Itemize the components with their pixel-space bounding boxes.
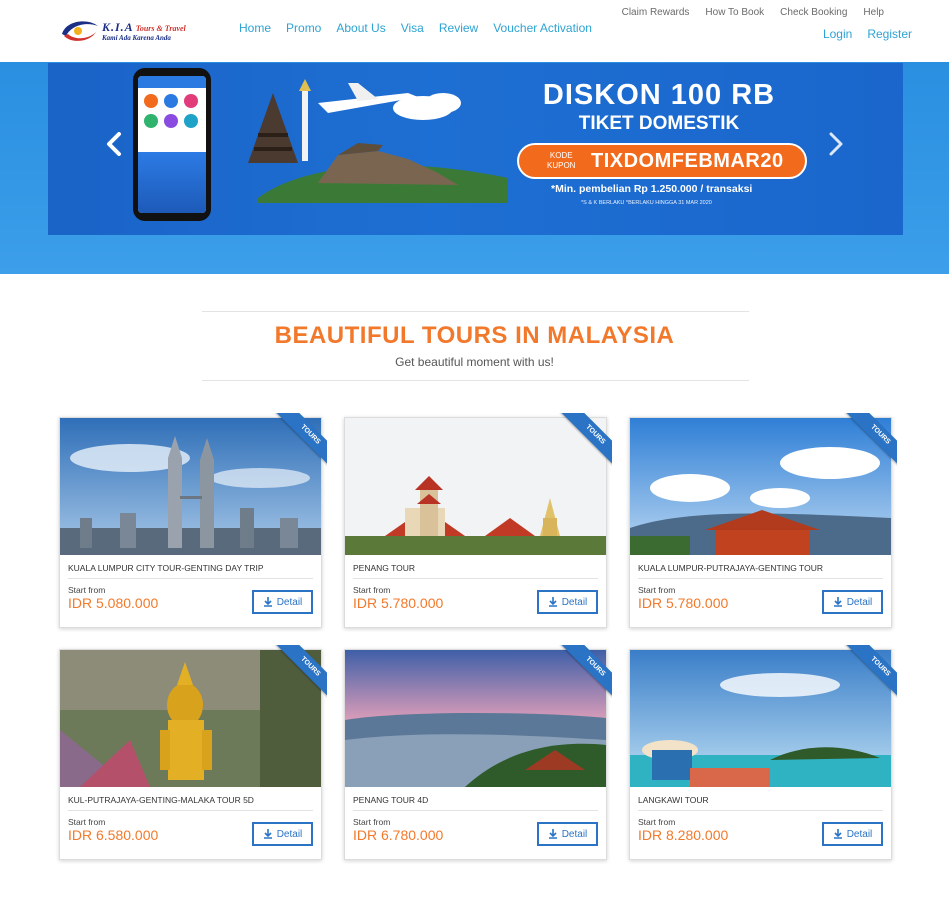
site-header: K.I.A Tours & Travel Kami Ada Karena Anda… (0, 0, 949, 62)
logo-swirl-icon (62, 21, 98, 41)
promo-fine-print: *S & K BERLAKU *BERLAKU HINGGA 31 MAR 20… (581, 200, 712, 206)
nav-voucher-activation[interactable]: Voucher Activation (493, 21, 592, 35)
register-link[interactable]: Register (867, 27, 912, 41)
start-from-label: Start from (638, 585, 676, 595)
tour-name: KUALA LUMPUR CITY TOUR-GENTING DAY TRIP (68, 563, 264, 573)
main-nav: Home Promo About Us Visa Review Voucher … (239, 21, 607, 35)
tours-ribbon-badge: TOURS (550, 413, 612, 475)
tour-name: PENANG TOUR 4D (353, 795, 429, 805)
detail-button[interactable]: Detail (537, 590, 598, 614)
nav-check-booking[interactable]: Check Booking (780, 7, 847, 18)
detail-button[interactable]: Detail (822, 822, 883, 846)
carousel-prev-arrow-icon[interactable] (104, 132, 124, 156)
tour-card-langkawi[interactable]: TOURS LANGKAWI TOUR Start from IDR 8.280… (629, 645, 897, 860)
start-from-label: Start from (353, 817, 391, 827)
tours-ribbon-badge: TOURS (835, 645, 897, 707)
coupon-code: TIXDOMFEBMAR20 (591, 150, 784, 172)
download-icon (833, 829, 842, 839)
tour-name: KUL-PUTRAJAYA-GENTING-MALAKA TOUR 5D (68, 795, 254, 805)
start-from-label: Start from (68, 817, 106, 827)
promo-banner[interactable]: DISKON 100 RB TIKET DOMESTIK KODE KUPON T… (48, 63, 903, 235)
nav-about-us[interactable]: About Us (336, 21, 385, 35)
promo-title: DISKON 100 RB (542, 79, 776, 111)
tours-ribbon-badge: TOURS (550, 645, 612, 707)
tour-card-kul-putrajaya-genting-malaka[interactable]: TOURS KUL-PUTRAJAYA-GENTING-MALAKA TOUR … (59, 645, 327, 860)
download-icon (263, 597, 272, 607)
tour-card-kl-putrajaya-genting[interactable]: TOURS KUALA LUMPUR-PUTRAJAYA-GENTING TOU… (629, 413, 897, 628)
detail-button[interactable]: Detail (252, 822, 313, 846)
card-divider (68, 578, 313, 579)
card-divider (353, 810, 598, 811)
detail-button[interactable]: Detail (537, 822, 598, 846)
carousel-next-arrow-icon[interactable] (826, 132, 846, 156)
tour-price: IDR 6.580.000 (68, 827, 159, 843)
tour-price: IDR 5.780.000 (353, 595, 444, 611)
nav-home[interactable]: Home (239, 21, 271, 35)
nav-help[interactable]: Help (863, 7, 884, 18)
landmarks-illustration (248, 79, 508, 203)
tour-card-penang[interactable]: TOURS PENANG TOUR Start from IDR 5.780.0… (344, 413, 612, 628)
tour-name: KUALA LUMPUR-PUTRAJAYA-GENTING TOUR (638, 563, 823, 573)
download-icon (263, 829, 272, 839)
card-divider (638, 578, 883, 579)
section-title: BEAUTIFUL TOURS IN MALAYSIA (274, 322, 675, 349)
detail-button[interactable]: Detail (252, 590, 313, 614)
auth-nav: Login Register (808, 27, 912, 41)
section-divider-bottom (202, 380, 749, 381)
card-divider (353, 578, 598, 579)
nav-visa[interactable]: Visa (401, 21, 424, 35)
tours-ribbon-badge: TOURS (265, 413, 327, 475)
tour-price: IDR 8.280.000 (638, 827, 729, 843)
nav-claim-rewards[interactable]: Claim Rewards (622, 7, 690, 18)
start-from-label: Start from (68, 585, 106, 595)
tour-name: PENANG TOUR (353, 563, 416, 573)
logo-tagline: Kami Ada Karena Anda (102, 34, 171, 42)
download-icon (548, 597, 557, 607)
login-link[interactable]: Login (823, 27, 852, 41)
nav-promo[interactable]: Promo (286, 21, 321, 35)
tour-card-kl-city-genting[interactable]: TOURS KUALA LUMPUR CITY TOUR-GENTING DAY… (59, 413, 327, 628)
download-icon (548, 829, 557, 839)
section-subtitle: Get beautiful moment with us! (395, 355, 554, 369)
top-utility-nav: Claim Rewards How To Book Check Booking … (606, 7, 884, 18)
section-divider-top (202, 311, 749, 312)
logo[interactable]: K.I.A Tours & Travel Kami Ada Karena Anda (58, 14, 208, 48)
coupon-pill: KODE KUPON TIXDOMFEBMAR20 (517, 143, 807, 179)
tours-ribbon-badge: TOURS (265, 645, 327, 707)
promo-subtitle: TIKET DOMESTIK (578, 113, 740, 134)
tour-card-penang-4d[interactable]: TOURS PENANG TOUR 4D Start from IDR 6.78… (344, 645, 612, 860)
tours-ribbon-badge: TOURS (835, 413, 897, 475)
start-from-label: Start from (353, 585, 391, 595)
tour-price: IDR 5.780.000 (638, 595, 729, 611)
download-icon (833, 597, 842, 607)
logo-brand: K.I.A Tours & Travel (102, 20, 186, 34)
promo-min-purchase: *Min. pembelian Rp 1.250.000 / transaksi (551, 183, 753, 195)
coupon-label: KODE KUPON (547, 151, 576, 170)
tour-name: LANGKAWI TOUR (638, 795, 709, 805)
start-from-label: Start from (638, 817, 676, 827)
card-divider (68, 810, 313, 811)
detail-button[interactable]: Detail (822, 590, 883, 614)
card-divider (638, 810, 883, 811)
tour-price: IDR 5.080.000 (68, 595, 159, 611)
nav-how-to-book[interactable]: How To Book (705, 7, 764, 18)
phone-mockup-image (133, 68, 211, 221)
nav-review[interactable]: Review (439, 21, 478, 35)
tour-price: IDR 6.780.000 (353, 827, 444, 843)
